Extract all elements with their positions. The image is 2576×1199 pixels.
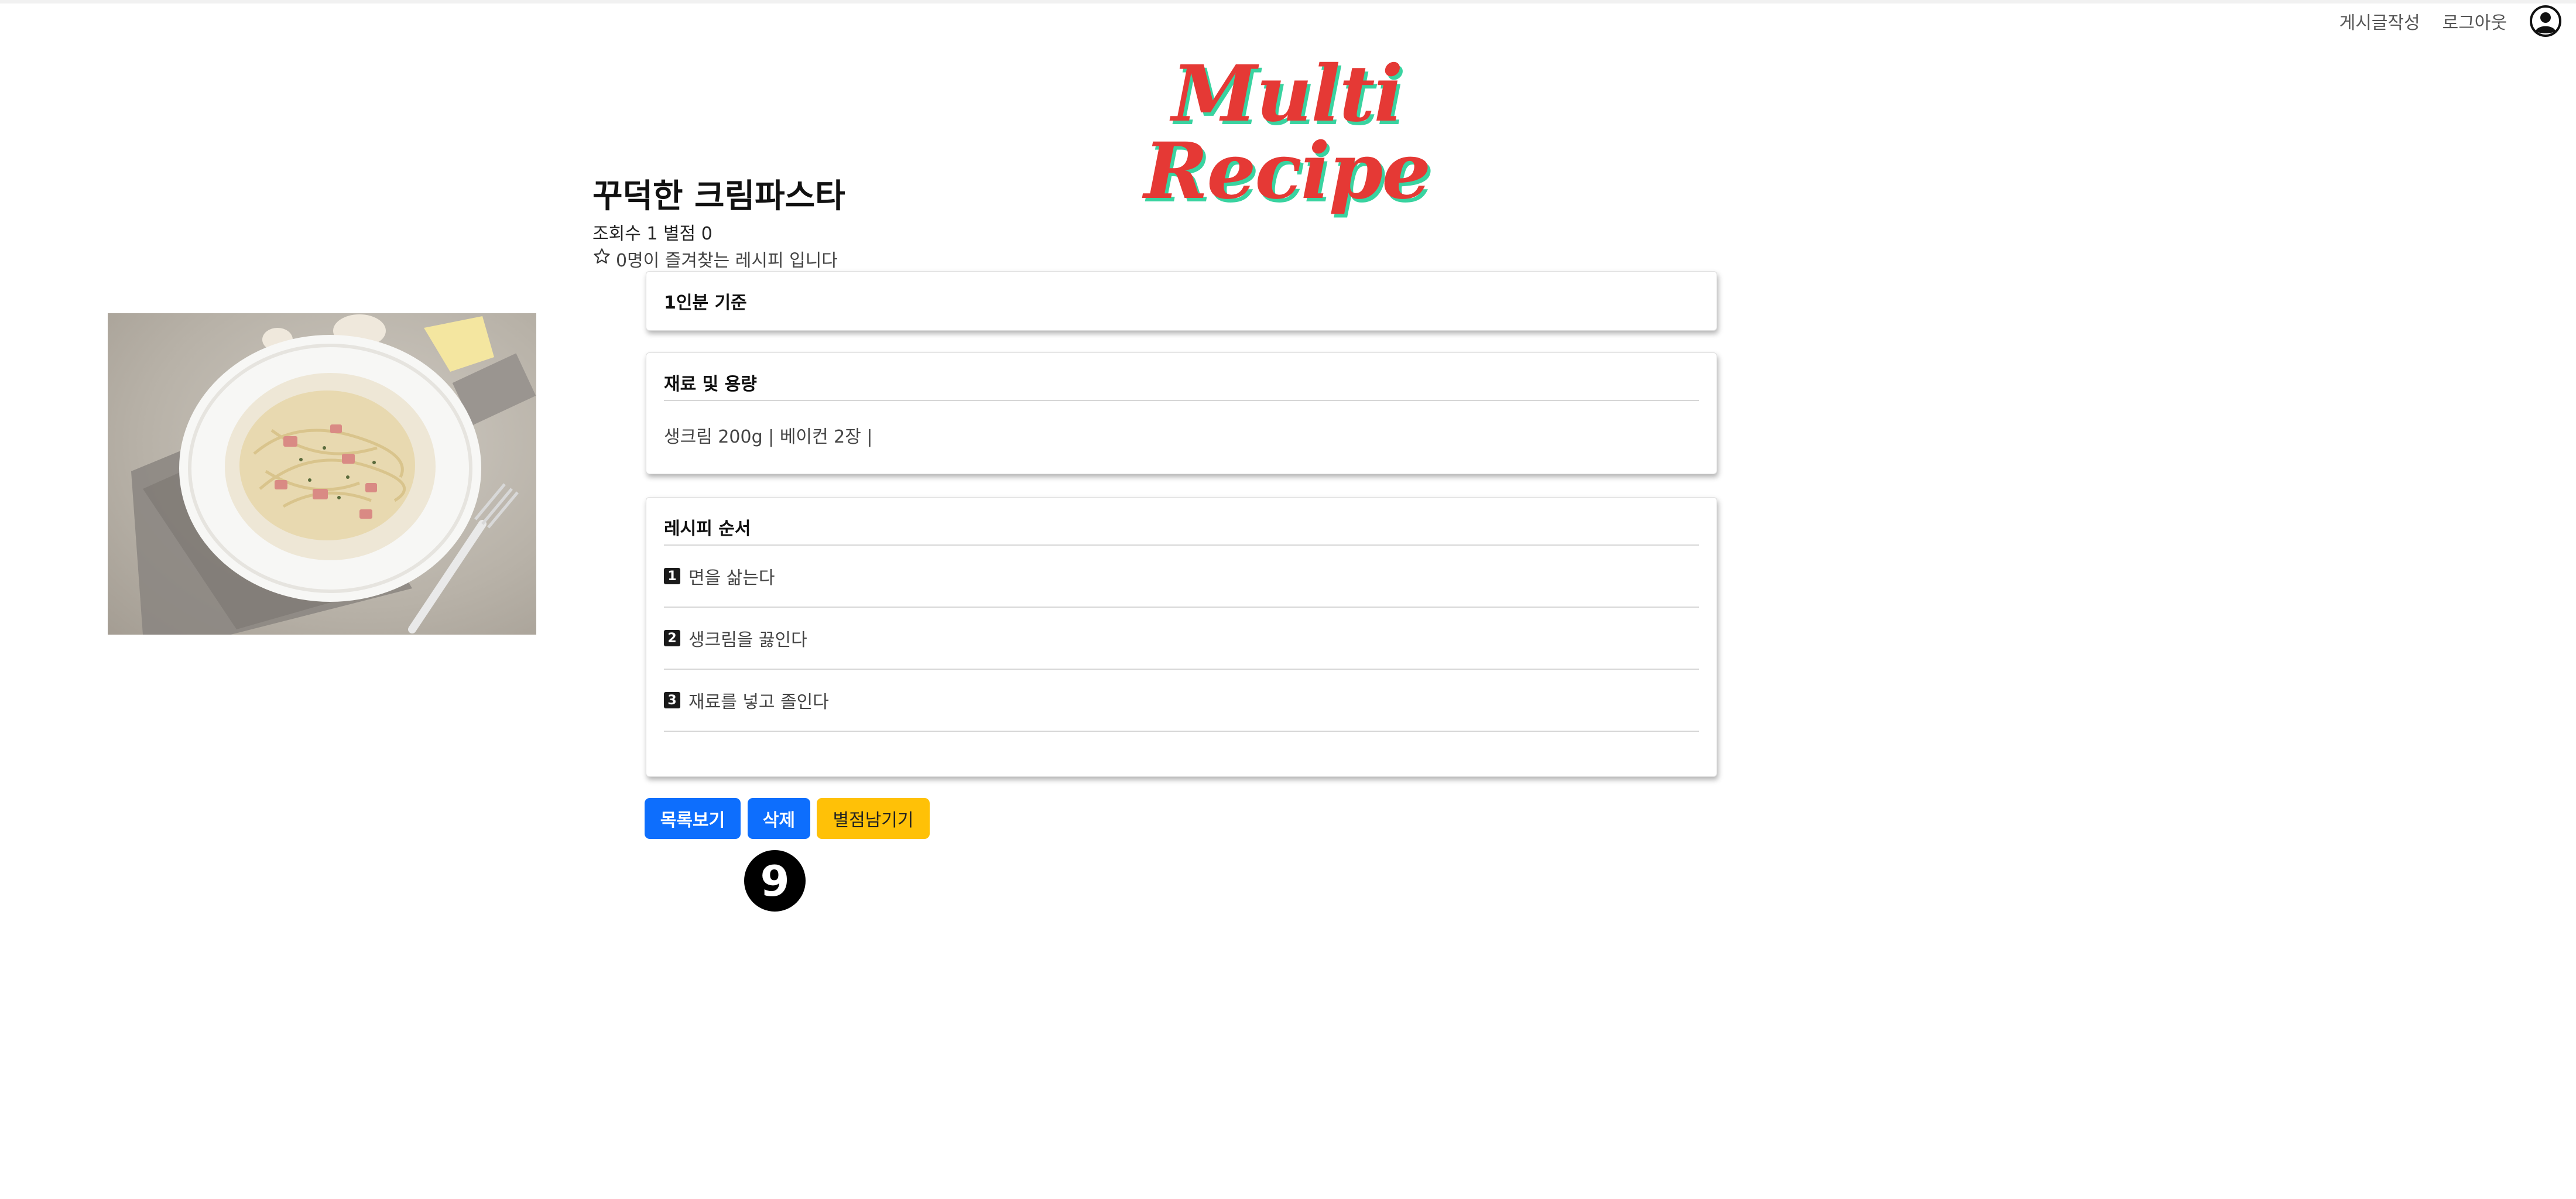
recipe-photo xyxy=(108,313,536,635)
step-number-badge: 1 xyxy=(664,568,680,584)
step-text: 재료를 넣고 졸인다 xyxy=(688,692,829,712)
steps-title: 레시피 순서 xyxy=(664,519,751,539)
ingredients-card: 재료 및 용량 생크림 200g | 베이컨 2장 | xyxy=(646,352,1717,474)
rate-button[interactable]: 별점남기기 xyxy=(817,798,930,839)
logout-link[interactable]: 로그아웃 xyxy=(2443,8,2507,34)
recipe-step: 2 생크림을 끓인다 xyxy=(664,608,1699,669)
star-outline-icon[interactable] xyxy=(592,247,611,270)
ingredients-list: 생크림 200g | 베이컨 2장 | xyxy=(664,427,873,447)
delete-button[interactable]: 삭제 xyxy=(748,798,810,839)
divider xyxy=(664,731,1699,732)
ingredients-title: 재료 및 용량 xyxy=(664,374,757,395)
annotation-marker: 9 xyxy=(744,850,806,912)
serving-label: 1인분 기준 xyxy=(664,293,747,313)
recipe-steps-card: 레시피 순서 1 면을 삶는다 2 생크림을 끓인다 3 재료를 넣고 졸인다 xyxy=(646,497,1717,777)
write-post-link[interactable]: 게시글작성 xyxy=(2339,8,2420,34)
recipe-stats: 조회수 1 별점 0 xyxy=(592,224,712,244)
top-border xyxy=(0,0,2576,4)
favorites-info: 0명이 즐겨찾는 레시피 입니다 xyxy=(592,246,838,272)
user-account-icon[interactable] xyxy=(2529,5,2562,37)
step-number-badge: 3 xyxy=(664,692,680,708)
favorites-text: 0명이 즐겨찾는 레시피 입니다 xyxy=(616,251,838,271)
recipe-step: 1 면을 삶는다 xyxy=(664,546,1699,607)
list-view-button[interactable]: 목록보기 xyxy=(645,798,741,839)
recipe-step: 3 재료를 넣고 졸인다 xyxy=(664,670,1699,731)
serving-card: 1인분 기준 xyxy=(646,271,1717,331)
site-logo[interactable]: Multi Recipe xyxy=(1082,56,1492,210)
step-number-badge: 2 xyxy=(664,630,680,646)
top-navigation: 게시글작성 로그아웃 xyxy=(2339,5,2562,37)
step-text: 면을 삶는다 xyxy=(688,568,775,588)
step-text: 생크림을 끓인다 xyxy=(688,630,807,650)
recipe-title: 꾸덕한 크림파스타 xyxy=(592,177,845,215)
